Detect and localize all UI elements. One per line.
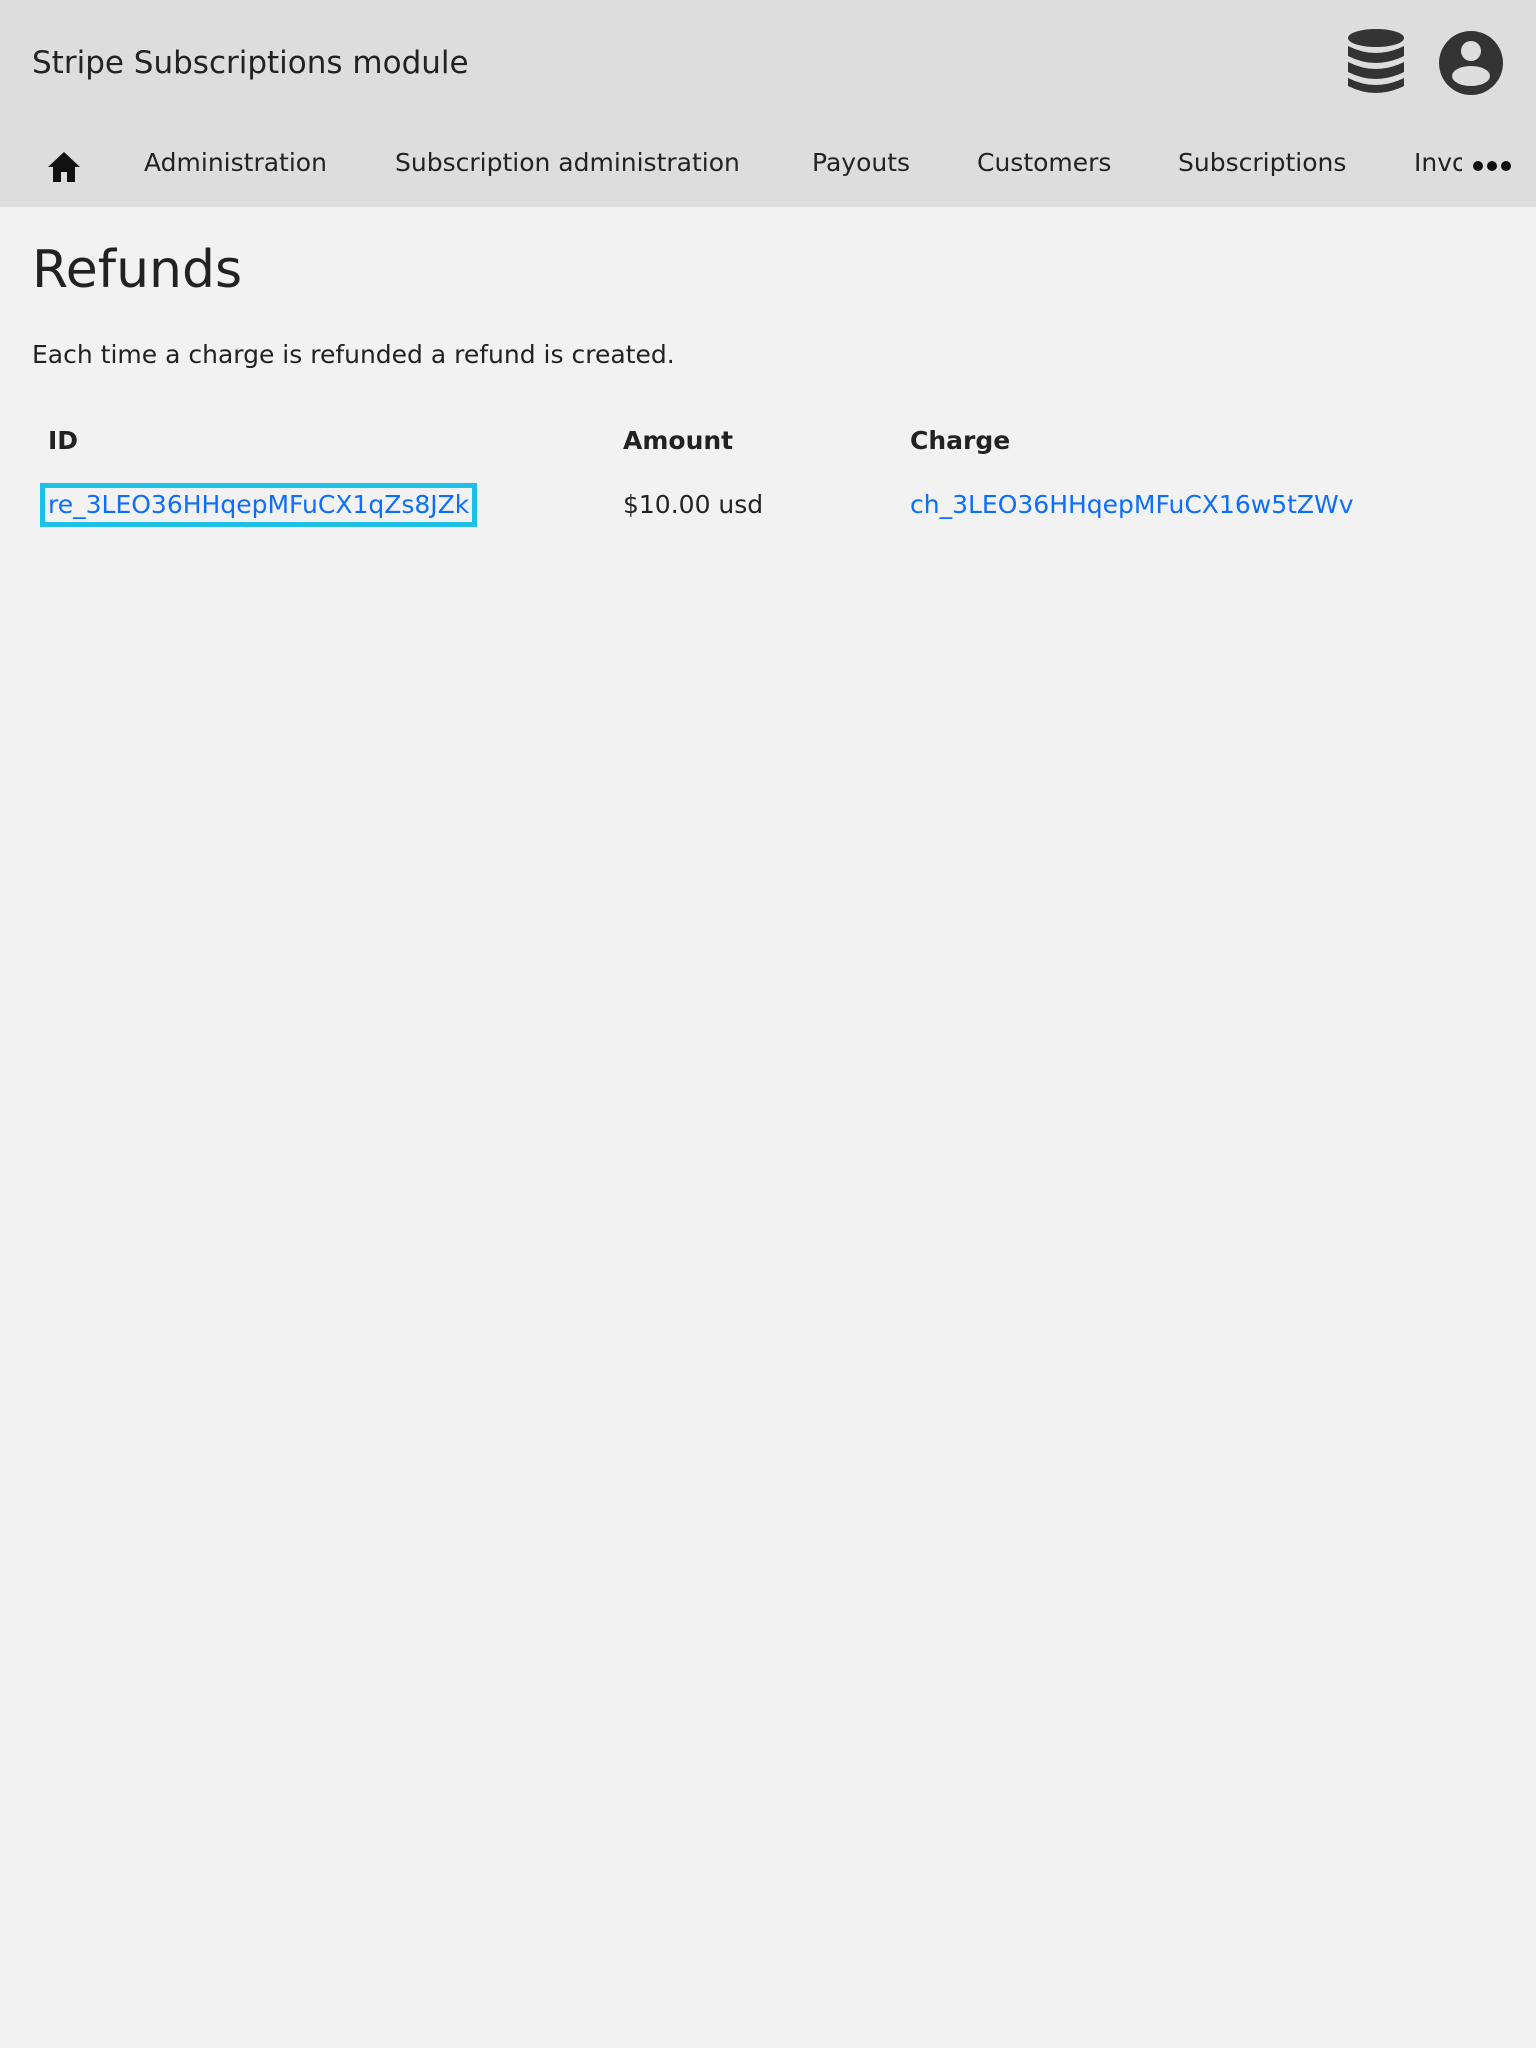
column-header-amount: Amount: [623, 426, 734, 455]
nav-item-subscriptions[interactable]: Subscriptions: [1178, 147, 1346, 179]
ellipsis-icon: [1473, 161, 1511, 171]
nav-item-customers[interactable]: Customers: [977, 147, 1111, 179]
charge-id-link[interactable]: ch_3LEO36HHqepMFuCX16w5tZWv: [910, 488, 1354, 522]
page-description: Each time a charge is refunded a refund …: [32, 340, 675, 369]
nav-item-invoices[interactable]: Invoices: [1414, 147, 1462, 179]
column-header-charge: Charge: [910, 426, 1011, 455]
nav-more-button[interactable]: [1470, 154, 1514, 178]
nav-item-subscription-administration[interactable]: Subscription administration: [395, 147, 740, 179]
nav-home[interactable]: [46, 150, 82, 184]
refund-amount: $10.00 usd: [623, 490, 764, 519]
top-header: Stripe Subscriptions module Administrati…: [0, 0, 1536, 207]
user-circle-icon: [1439, 31, 1503, 95]
app-title: Stripe Subscriptions module: [32, 45, 469, 81]
column-header-id: ID: [48, 426, 79, 455]
nav-item-payouts[interactable]: Payouts: [812, 147, 910, 179]
database-button[interactable]: [1344, 28, 1408, 98]
refund-id-link[interactable]: re_3LEO36HHqepMFuCX1qZs8JZk: [39, 483, 478, 527]
database-icon: [1348, 29, 1404, 93]
main-navigation: Administration Subscription administrati…: [0, 130, 1536, 198]
user-account-button[interactable]: [1438, 30, 1504, 96]
nav-items: Administration Subscription administrati…: [120, 130, 1462, 198]
page-title: Refunds: [32, 240, 243, 300]
home-icon: [48, 152, 80, 182]
nav-item-administration[interactable]: Administration: [144, 147, 327, 179]
